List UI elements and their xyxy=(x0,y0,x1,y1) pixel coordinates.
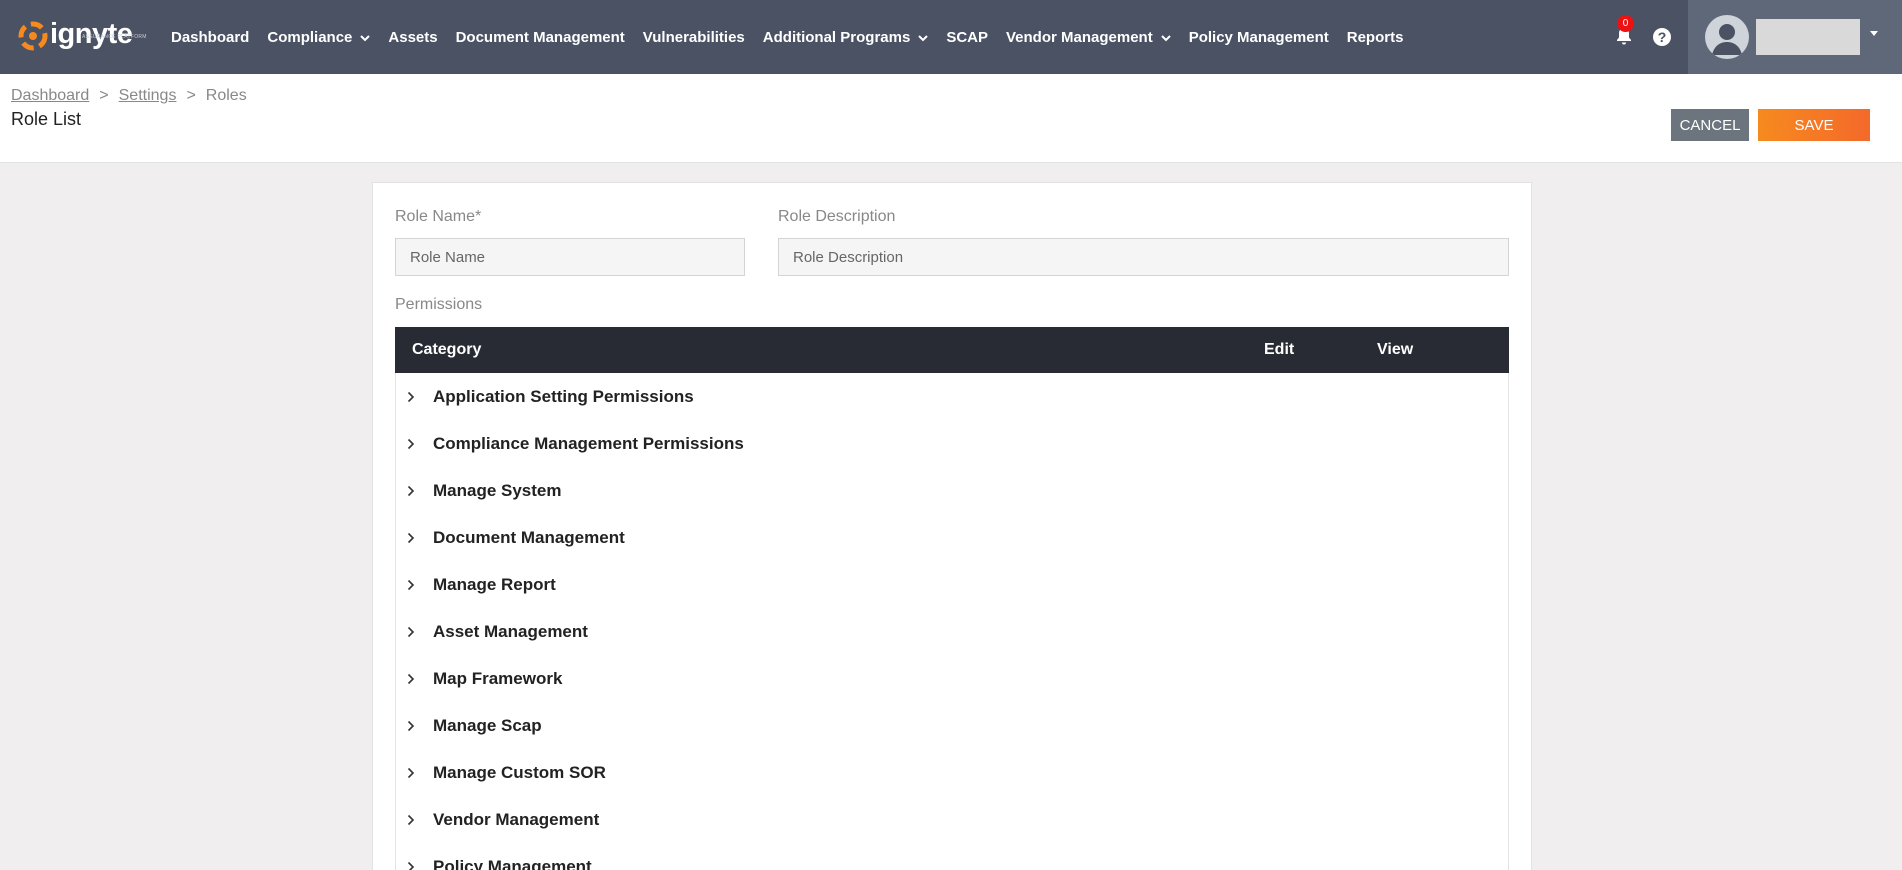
nav-label: Policy Management xyxy=(1188,28,1329,46)
permission-category-label: Manage Custom SOR xyxy=(433,762,606,782)
permission-row-manage-custom-sor[interactable]: Manage Custom SOR xyxy=(396,749,1508,796)
permission-category-label: Asset Management xyxy=(433,621,588,641)
breadcrumb-roles: Roles xyxy=(205,87,247,104)
permission-row-compliance-management[interactable]: Compliance Management Permissions xyxy=(396,420,1508,467)
role-name-label: Role Name* xyxy=(395,208,482,225)
permission-row-application-setting[interactable]: Application Setting Permissions xyxy=(396,373,1508,420)
brand-tagline: ASSURANCE PLATFORM xyxy=(82,34,147,40)
nav-document-management[interactable]: Document Management xyxy=(456,29,625,46)
chevron-right-icon[interactable] xyxy=(407,720,417,732)
nav-label: Compliance xyxy=(267,28,353,46)
permission-category-label: Manage Scap xyxy=(433,715,542,735)
cancel-button[interactable]: CANCEL xyxy=(1671,109,1749,141)
breadcrumb: Dashboard > Settings > Roles xyxy=(11,87,247,105)
chevron-down-icon xyxy=(360,29,371,46)
permission-row-policy-management[interactable]: Policy Management xyxy=(396,843,1508,870)
chevron-right-icon[interactable] xyxy=(407,579,417,591)
nav-vendor-management[interactable]: Vendor Management xyxy=(1006,29,1171,46)
nav-policy-management[interactable]: Policy Management xyxy=(1189,29,1329,46)
nav-dashboard[interactable]: Dashboard xyxy=(171,29,249,46)
main-nav: Dashboard Compliance Assets Document Man… xyxy=(162,0,1412,74)
breadcrumb-separator: > xyxy=(99,87,109,104)
nav-label: Reports xyxy=(1346,28,1404,46)
chevron-down-icon xyxy=(918,29,929,46)
chevron-right-icon[interactable] xyxy=(407,814,417,826)
nav-vulnerabilities[interactable]: Vulnerabilities xyxy=(643,29,745,46)
breadcrumb-settings[interactable]: Settings xyxy=(119,87,177,105)
role-form-card: Role Name* Role Description Permissions … xyxy=(372,182,1532,870)
caret-down-icon[interactable] xyxy=(1870,31,1878,36)
notification-count-badge: 0 xyxy=(1617,15,1634,32)
role-name-input[interactable] xyxy=(395,238,745,276)
nav-scap[interactable]: SCAP xyxy=(946,29,988,46)
permission-row-asset-management[interactable]: Asset Management xyxy=(396,608,1508,655)
column-header-edit: Edit xyxy=(1264,341,1295,358)
nav-additional-programs[interactable]: Additional Programs xyxy=(763,29,929,46)
user-name-field[interactable] xyxy=(1756,19,1860,55)
nav-label: SCAP xyxy=(946,28,988,46)
permissions-label: Permissions xyxy=(395,296,483,313)
top-navigation-bar: ignyte ASSURANCE PLATFORM Dashboard Comp… xyxy=(0,0,1902,74)
page-header: Dashboard > Settings > Roles Role List C… xyxy=(0,74,1902,163)
nav-reports[interactable]: Reports xyxy=(1347,29,1404,46)
permissions-table: Category Edit View Application Setting P… xyxy=(395,327,1509,870)
chevron-right-icon[interactable] xyxy=(407,391,417,403)
chevron-right-icon[interactable] xyxy=(407,767,417,779)
permission-row-manage-system[interactable]: Manage System xyxy=(396,467,1508,514)
permission-row-manage-report[interactable]: Manage Report xyxy=(396,561,1508,608)
nav-label: Assets xyxy=(388,28,438,46)
help-icon[interactable]: ? xyxy=(1653,28,1671,46)
chevron-right-icon[interactable] xyxy=(407,438,417,450)
column-header-category: Category xyxy=(412,341,482,358)
chevron-right-icon[interactable] xyxy=(407,861,417,870)
table-header: Category Edit View xyxy=(395,327,1509,373)
chevron-right-icon[interactable] xyxy=(407,485,417,497)
permission-row-vendor-management[interactable]: Vendor Management xyxy=(396,796,1508,843)
nav-compliance[interactable]: Compliance xyxy=(267,28,371,46)
permission-category-label: Map Framework xyxy=(433,668,563,688)
save-button[interactable]: SAVE xyxy=(1758,109,1870,141)
nav-label: Dashboard xyxy=(171,28,250,46)
ignyte-logo-icon xyxy=(18,21,48,51)
user-menu[interactable] xyxy=(1688,0,1902,74)
table-body: Application Setting Permissions Complian… xyxy=(395,373,1509,870)
nav-label: Document Management xyxy=(455,28,625,46)
chevron-right-icon[interactable] xyxy=(407,673,417,685)
permission-row-manage-scap[interactable]: Manage Scap xyxy=(396,702,1508,749)
permission-category-label: Manage Report xyxy=(433,574,556,594)
nav-label: Additional Programs xyxy=(762,28,911,46)
permission-category-label: Application Setting Permissions xyxy=(433,386,694,406)
permission-row-map-framework[interactable]: Map Framework xyxy=(396,655,1508,702)
breadcrumb-dashboard[interactable]: Dashboard xyxy=(11,87,89,105)
permission-category-label: Policy Management xyxy=(433,856,592,870)
permission-category-label: Compliance Management Permissions xyxy=(433,433,744,453)
nav-label: Vendor Management xyxy=(1006,28,1153,46)
permission-row-document-management[interactable]: Document Management xyxy=(396,514,1508,561)
permission-category-label: Document Management xyxy=(433,527,625,547)
nav-label: Vulnerabilities xyxy=(642,28,745,46)
role-description-input[interactable] xyxy=(778,238,1509,276)
column-header-view: View xyxy=(1377,341,1414,358)
page-title: Role List xyxy=(11,109,82,129)
breadcrumb-separator: > xyxy=(186,87,196,104)
role-description-label: Role Description xyxy=(778,208,896,225)
user-avatar-icon[interactable] xyxy=(1705,15,1749,59)
chevron-right-icon[interactable] xyxy=(407,532,417,544)
nav-assets[interactable]: Assets xyxy=(388,29,437,46)
chevron-right-icon[interactable] xyxy=(407,626,417,638)
permission-category-label: Manage System xyxy=(433,480,562,500)
chevron-down-icon xyxy=(1160,29,1171,46)
permission-category-label: Vendor Management xyxy=(433,809,600,829)
